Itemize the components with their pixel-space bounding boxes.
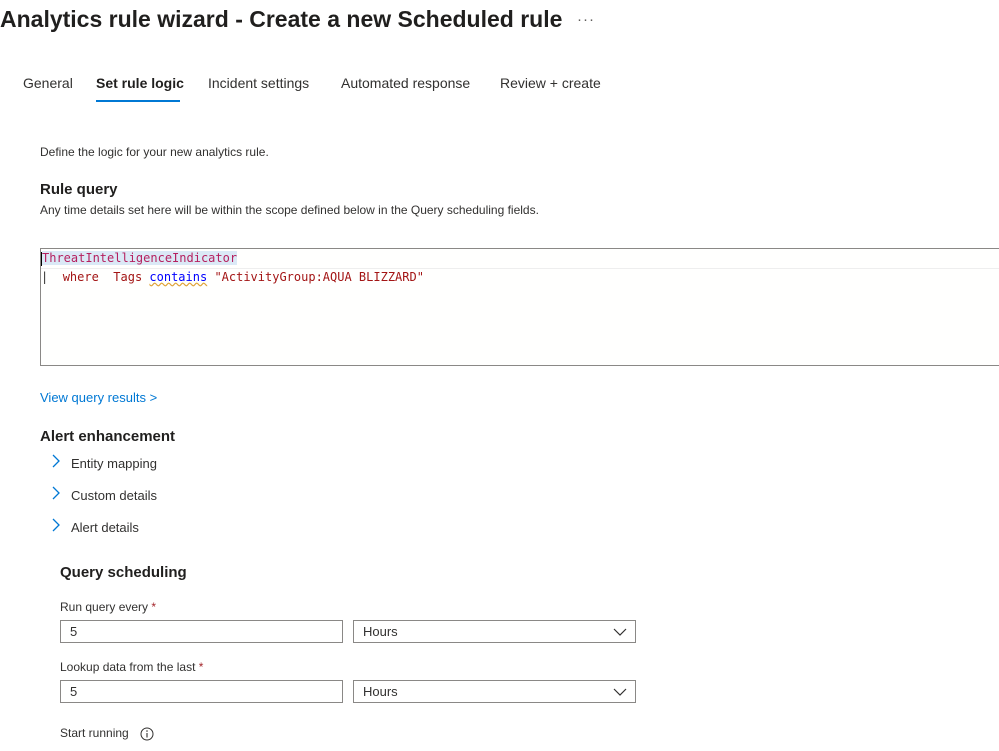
lookup-data-label: Lookup data from the last * (60, 660, 203, 674)
custom-details-label[interactable]: Custom details (71, 488, 157, 503)
run-query-every-text: Run query every (60, 600, 149, 614)
editor-line-2: | where Tags contains "ActivityGroup:AQU… (41, 268, 999, 287)
rule-query-description: Any time details set here will be within… (40, 203, 539, 217)
view-query-results-link[interactable]: View query results > (40, 390, 157, 405)
intro-text: Define the logic for your new analytics … (40, 145, 269, 159)
tab-automated-response[interactable]: Automated response (341, 75, 470, 91)
active-tab-indicator (96, 100, 180, 102)
run-query-every-unit-value: Hours (363, 624, 398, 639)
tab-set-rule-logic[interactable]: Set rule logic (96, 75, 184, 91)
editor-line-1: ThreatIntelligenceIndicator (41, 249, 999, 269)
query-editor[interactable]: ThreatIntelligenceIndicator | where Tags… (40, 248, 999, 366)
rule-query-heading: Rule query (40, 181, 118, 198)
alert-details-label[interactable]: Alert details (71, 520, 139, 535)
run-query-every-unit-select[interactable]: Hours (353, 620, 636, 643)
start-running-label: Start running (60, 726, 129, 740)
alert-details-expander[interactable] (50, 518, 62, 537)
more-options-icon[interactable]: ··· (577, 11, 595, 28)
lookup-data-text: Lookup data from the last (60, 660, 196, 674)
entity-mapping-expander[interactable] (50, 454, 62, 473)
tab-review-create[interactable]: Review + create (500, 75, 601, 91)
chevron-right-icon[interactable] (50, 486, 62, 500)
tab-general[interactable]: General (23, 75, 73, 91)
custom-details-expander[interactable] (50, 486, 62, 505)
lookup-data-unit-select[interactable]: Hours (353, 680, 636, 703)
query-where-keyword: where (62, 270, 99, 284)
lookup-data-unit-value: Hours (363, 684, 398, 699)
run-query-every-input[interactable]: 5 (60, 620, 343, 643)
query-string-literal: "ActivityGroup:AQUA BLIZZARD" (214, 270, 424, 284)
query-pipe: | (41, 270, 56, 284)
tab-incident-settings[interactable]: Incident settings (208, 75, 309, 91)
lookup-data-input[interactable]: 5 (60, 680, 343, 703)
entity-mapping-label[interactable]: Entity mapping (71, 456, 157, 471)
query-contains-operator: contains (149, 270, 208, 284)
chevron-down-icon (613, 688, 627, 696)
query-tags-column: Tags (113, 270, 143, 284)
info-icon[interactable] (140, 727, 154, 741)
page-title: Analytics rule wizard - Create a new Sch… (0, 6, 563, 32)
chevron-right-icon[interactable] (50, 454, 62, 468)
query-scheduling-heading: Query scheduling (60, 564, 187, 581)
required-marker: * (198, 660, 204, 674)
chevron-right-icon[interactable] (50, 518, 62, 532)
alert-enhancement-heading: Alert enhancement (40, 428, 176, 445)
query-table-name: ThreatIntelligenceIndicator (42, 251, 238, 265)
run-query-every-label: Run query every * (60, 600, 156, 614)
required-marker: * (151, 600, 157, 614)
chevron-down-icon (613, 628, 627, 636)
